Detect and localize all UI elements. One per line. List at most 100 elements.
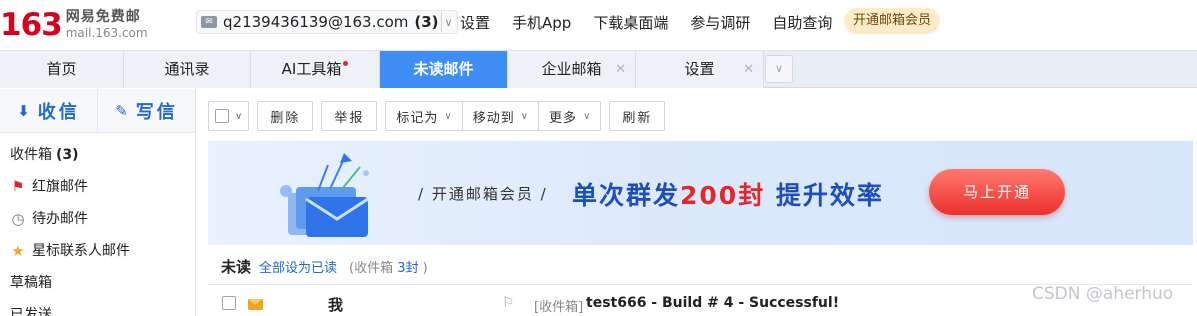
compose-mail-button[interactable]: ✎ 写信 <box>97 89 195 132</box>
red-flag-icon: ⚑ <box>11 179 25 195</box>
compose-row: ⬇ 收信 ✎ 写信 <box>0 89 195 133</box>
tab-unread-mail[interactable]: 未读邮件 <box>380 51 508 88</box>
unread-envelope-icon <box>248 299 263 310</box>
sidebar-item-label: 红旗邮件 <box>32 179 88 195</box>
logo[interactable]: 163 网易免费邮 mail.163.com <box>0 2 148 48</box>
banner-title-prefix: 单次群发 <box>572 181 681 210</box>
top-bar: 163 网易免费邮 mail.163.com ✉ q2139436139@163… <box>0 0 1197 50</box>
sidebar-item-label: 收件箱 <box>10 147 52 163</box>
banner-title-suffix: 提升效率 <box>765 181 884 210</box>
mail-subject[interactable]: test666 - Build # 4 - Successful! <box>586 295 839 311</box>
top-link-settings[interactable]: 设置 <box>460 12 490 33</box>
clock-icon: ◷ <box>11 210 25 228</box>
close-icon[interactable]: ✕ <box>615 51 626 88</box>
pen-icon: ✎ <box>115 101 128 120</box>
mail-select-checkbox[interactable] <box>222 296 236 310</box>
notification-dot-icon <box>343 61 349 66</box>
mark-as-dropdown[interactable]: 标记为 ∨ <box>386 102 461 130</box>
account-unread-count: (3) <box>414 13 439 31</box>
report-button[interactable]: 举报 <box>321 101 378 131</box>
folder-list: 收件箱 (3) ⚑ 红旗邮件 ◷ 待办邮件 ★ 星标联系人邮件 草稿箱 已发送 <box>0 133 195 316</box>
delete-button[interactable]: 删除 <box>257 101 314 131</box>
tab-enterprise-mail[interactable]: 企业邮箱 ✕ <box>508 51 636 88</box>
chevron-down-icon: ∨ <box>444 110 452 122</box>
mark-all-read-link[interactable]: 全部设为已读 <box>259 257 337 276</box>
sidebar-item-inbox[interactable]: 收件箱 (3) <box>0 139 195 171</box>
top-link-download-desktop[interactable]: 下载桌面端 <box>593 12 668 33</box>
promo-banner[interactable]: / 开通邮箱会员 / 单次群发200封 提升效率 马上开通 <box>208 141 1193 245</box>
inbox-download-icon: ⬇ <box>17 101 30 120</box>
account-email: q2139436139@163.com <box>223 13 409 31</box>
receive-mail-label: 收信 <box>37 101 80 123</box>
vip-membership-button[interactable]: 开通邮箱会员 <box>844 8 941 34</box>
tab-label: AI工具箱 <box>281 60 342 78</box>
logo-number: 163 <box>0 6 63 43</box>
list-header: 未读 全部设为已读 (收件箱 3封 ) <box>221 255 428 277</box>
refresh-button[interactable]: 刷新 <box>609 101 666 131</box>
top-link-mobile-app[interactable]: 手机App <box>512 12 571 33</box>
top-link-survey[interactable]: 参与调研 <box>690 12 750 33</box>
chevron-down-icon: ∨ <box>774 62 784 75</box>
mass-mail-illustration-icon <box>280 153 369 237</box>
banner-title: 单次群发200封 提升效率 <box>572 176 884 212</box>
tab-bar: 首页 通讯录 AI工具箱 未读邮件 企业邮箱 ✕ 设置 ✕ ∨ <box>0 50 1197 88</box>
sidebar: ⬇ 收信 ✎ 写信 收件箱 (3) ⚑ 红旗邮件 ◷ 待办邮件 ★ 星标联系人邮件… <box>0 89 196 316</box>
sidebar-item-sent[interactable]: 已发送 <box>0 299 195 316</box>
chevron-down-icon: ∨ <box>235 110 243 122</box>
sidebar-item-starred-contacts[interactable]: ★ 星标联系人邮件 <box>0 235 195 267</box>
sidebar-item-red-flag[interactable]: ⚑ 红旗邮件 <box>0 171 195 203</box>
sidebar-item-todo[interactable]: ◷ 待办邮件 <box>0 203 195 235</box>
move-to-dropdown[interactable]: 移动到 ∨ <box>461 102 538 130</box>
select-all-checkbox[interactable] <box>215 109 229 123</box>
divider <box>441 12 442 32</box>
tab-label: 通讯录 <box>164 60 210 78</box>
info-suffix: ) <box>418 260 428 276</box>
banner-title-highlight: 200封 <box>680 181 766 210</box>
sidebar-item-label: 已发送 <box>10 307 52 316</box>
inbox-unread-info: (收件箱 3封 ) <box>349 257 428 276</box>
move-to-label: 移动到 <box>472 110 515 126</box>
tab-label: 设置 <box>684 60 715 78</box>
sidebar-item-label: 待办邮件 <box>32 211 88 227</box>
logo-url: mail.163.com <box>65 26 148 40</box>
mail-sender: 我 <box>328 296 344 314</box>
flag-icon[interactable]: ⚐ <box>502 295 515 311</box>
sidebar-item-label: 星标联系人邮件 <box>32 243 130 259</box>
chevron-down-icon: ∨ <box>583 110 591 122</box>
top-link-self-service[interactable]: 自助查询 <box>772 12 832 33</box>
sidebar-item-drafts[interactable]: 草稿箱 <box>0 267 195 299</box>
close-icon[interactable]: ✕ <box>743 51 754 88</box>
mail-account-icon: ✉ <box>201 16 217 28</box>
sidebar-item-label: 草稿箱 <box>10 275 52 291</box>
account-switcher[interactable]: ✉ q2139436139@163.com (3) ∨ <box>196 10 458 34</box>
banner-label: / 开通邮箱会员 / <box>418 185 548 203</box>
tab-settings[interactable]: 设置 ✕ <box>636 51 764 88</box>
chevron-down-icon: ∨ <box>444 15 453 29</box>
unread-count-link[interactable]: 3封 <box>397 261 418 276</box>
inbox-count: (3) <box>56 147 79 163</box>
tab-contacts[interactable]: 通讯录 <box>124 51 251 88</box>
more-label: 更多 <box>549 110 578 126</box>
star-icon: ★ <box>11 242 25 260</box>
watermark: CSDN @aherhuo <box>1032 284 1174 304</box>
tab-label: 未读邮件 <box>413 60 474 78</box>
logo-brand-text: 网易免费邮 <box>65 9 141 25</box>
info-prefix: (收件箱 <box>349 260 398 276</box>
tab-label: 企业邮箱 <box>541 60 602 78</box>
tab-ai-toolbox[interactable]: AI工具箱 <box>251 51 380 88</box>
more-dropdown[interactable]: 更多 ∨ <box>538 102 600 130</box>
action-button-group: 标记为 ∨ 移动到 ∨ 更多 ∨ <box>385 101 602 131</box>
top-links: 设置 手机App 下载桌面端 参与调研 自助查询 <box>460 0 854 44</box>
compose-mail-label: 写信 <box>135 101 178 123</box>
list-title: 未读 <box>221 257 252 276</box>
tab-label: 首页 <box>46 60 77 78</box>
mark-as-label: 标记为 <box>396 110 439 126</box>
tab-overflow-button[interactable]: ∨ <box>765 55 793 83</box>
receive-mail-button[interactable]: ⬇ 收信 <box>0 89 97 132</box>
select-all-dropdown[interactable]: ∨ <box>208 101 250 131</box>
mail-toolbar: ∨ 删除 举报 标记为 ∨ 移动到 ∨ 更多 ∨ 刷新 <box>208 101 673 131</box>
tab-home[interactable]: 首页 <box>0 51 124 88</box>
activate-now-button[interactable]: 马上开通 <box>929 169 1065 215</box>
chevron-down-icon: ∨ <box>520 110 529 122</box>
mail-folder: [收件箱] <box>534 300 584 315</box>
